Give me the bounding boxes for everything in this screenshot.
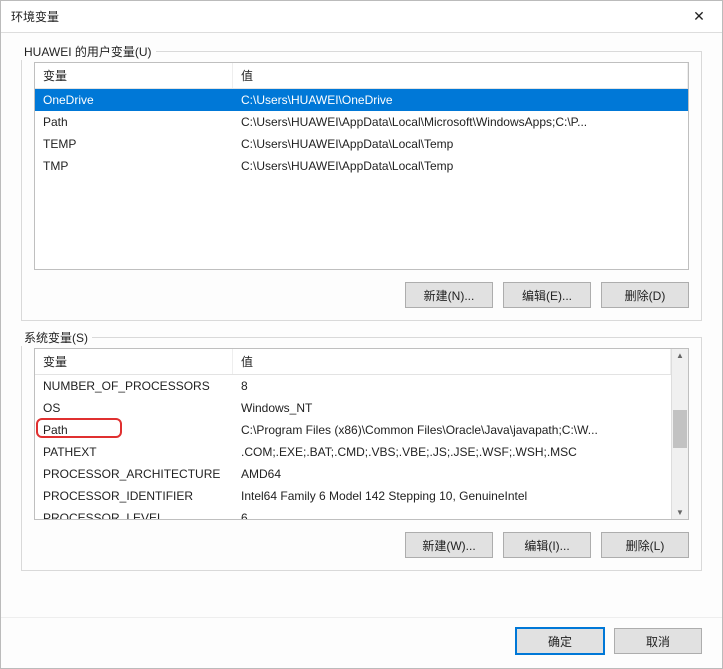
close-icon: ✕ [693, 8, 705, 25]
cell-val: AMD64 [233, 467, 671, 481]
user-vars-list[interactable]: 变量 值 OneDriveC:\Users\HUAWEI\OneDrivePat… [34, 62, 689, 270]
titlebar: 环境变量 ✕ [1, 1, 722, 33]
cell-var: OS [35, 401, 233, 415]
cell-val: C:\Users\HUAWEI\OneDrive [233, 93, 688, 107]
system-vars-rows: NUMBER_OF_PROCESSORS8OSWindows_NTPathC:\… [35, 375, 671, 519]
cell-val: C:\Users\HUAWEI\AppData\Local\Microsoft\… [233, 115, 688, 129]
table-row[interactable]: TEMPC:\Users\HUAWEI\AppData\Local\Temp [35, 133, 688, 155]
cell-var: PATHEXT [35, 445, 233, 459]
window-title: 环境变量 [11, 8, 59, 25]
cell-val: C:\Users\HUAWEI\AppData\Local\Temp [233, 159, 688, 173]
system-vars-buttons: 新建(W)... 编辑(I)... 删除(L) [34, 532, 689, 558]
system-vars-list[interactable]: 变量 值 NUMBER_OF_PROCESSORS8OSWindows_NTPa… [34, 348, 689, 520]
cell-var: PROCESSOR_IDENTIFIER [35, 489, 233, 503]
cell-val: .COM;.EXE;.BAT;.CMD;.VBS;.VBE;.JS;.JSE;.… [233, 445, 671, 459]
ok-button[interactable]: 确定 [516, 628, 604, 654]
cell-var: Path [35, 423, 233, 437]
scroll-thumb[interactable] [673, 410, 687, 448]
cancel-button[interactable]: 取消 [614, 628, 702, 654]
cell-val: 8 [233, 379, 671, 393]
table-row[interactable]: TMPC:\Users\HUAWEI\AppData\Local\Temp [35, 155, 688, 177]
system-delete-button[interactable]: 删除(L) [601, 532, 689, 558]
scroll-down-icon[interactable]: ▼ [676, 506, 684, 519]
header-col-val[interactable]: 值 [233, 63, 688, 88]
close-button[interactable]: ✕ [676, 1, 722, 33]
header-col-var[interactable]: 变量 [35, 349, 233, 374]
system-vars-label: 系统变量(S) [20, 329, 92, 346]
cell-val: 6 [233, 511, 671, 519]
cell-var: PROCESSOR_ARCHITECTURE [35, 467, 233, 481]
cell-val: Windows_NT [233, 401, 671, 415]
scroll-up-icon[interactable]: ▲ [676, 349, 684, 362]
system-scrollbar[interactable]: ▲ ▼ [671, 349, 688, 519]
user-vars-header: 变量 值 [35, 63, 688, 89]
table-row[interactable]: NUMBER_OF_PROCESSORS8 [35, 375, 671, 397]
cell-var: TEMP [35, 137, 233, 151]
table-row[interactable]: PathC:\Program Files (x86)\Common Files\… [35, 419, 671, 441]
table-row[interactable]: OSWindows_NT [35, 397, 671, 419]
table-row[interactable]: PathC:\Users\HUAWEI\AppData\Local\Micros… [35, 111, 688, 133]
scroll-track[interactable] [673, 362, 687, 506]
user-vars-label: HUAWEI 的用户变量(U) [20, 43, 156, 60]
env-vars-dialog: 环境变量 ✕ HUAWEI 的用户变量(U) 变量 值 OneDriveC:\U… [0, 0, 723, 669]
cell-val: C:\Program Files (x86)\Common Files\Orac… [233, 423, 671, 437]
table-row[interactable]: OneDriveC:\Users\HUAWEI\OneDrive [35, 89, 688, 111]
system-edit-button[interactable]: 编辑(I)... [503, 532, 591, 558]
system-new-button[interactable]: 新建(W)... [405, 532, 493, 558]
cell-val: C:\Users\HUAWEI\AppData\Local\Temp [233, 137, 688, 151]
dialog-footer: 确定 取消 [1, 617, 722, 668]
system-vars-group: 系统变量(S) 变量 值 NUMBER_OF_PROCESSORS8OSWind… [21, 337, 702, 571]
cell-var: Path [35, 115, 233, 129]
system-vars-header: 变量 值 [35, 349, 671, 375]
cell-var: TMP [35, 159, 233, 173]
user-vars-group: HUAWEI 的用户变量(U) 变量 值 OneDriveC:\Users\HU… [21, 51, 702, 321]
cell-var: OneDrive [35, 93, 233, 107]
table-row[interactable]: PROCESSOR_IDENTIFIERIntel64 Family 6 Mod… [35, 485, 671, 507]
table-row[interactable]: PROCESSOR_LEVEL6 [35, 507, 671, 519]
user-vars-rows: OneDriveC:\Users\HUAWEI\OneDrivePathC:\U… [35, 89, 688, 269]
user-vars-buttons: 新建(N)... 编辑(E)... 删除(D) [34, 282, 689, 308]
user-edit-button[interactable]: 编辑(E)... [503, 282, 591, 308]
user-delete-button[interactable]: 删除(D) [601, 282, 689, 308]
cell-val: Intel64 Family 6 Model 142 Stepping 10, … [233, 489, 671, 503]
cell-var: PROCESSOR_LEVEL [35, 511, 233, 519]
header-col-var[interactable]: 变量 [35, 63, 233, 88]
user-new-button[interactable]: 新建(N)... [405, 282, 493, 308]
table-row[interactable]: PROCESSOR_ARCHITECTUREAMD64 [35, 463, 671, 485]
table-row[interactable]: PATHEXT.COM;.EXE;.BAT;.CMD;.VBS;.VBE;.JS… [35, 441, 671, 463]
dialog-body: HUAWEI 的用户变量(U) 变量 值 OneDriveC:\Users\HU… [1, 33, 722, 617]
header-col-val[interactable]: 值 [233, 349, 671, 374]
cell-var: NUMBER_OF_PROCESSORS [35, 379, 233, 393]
